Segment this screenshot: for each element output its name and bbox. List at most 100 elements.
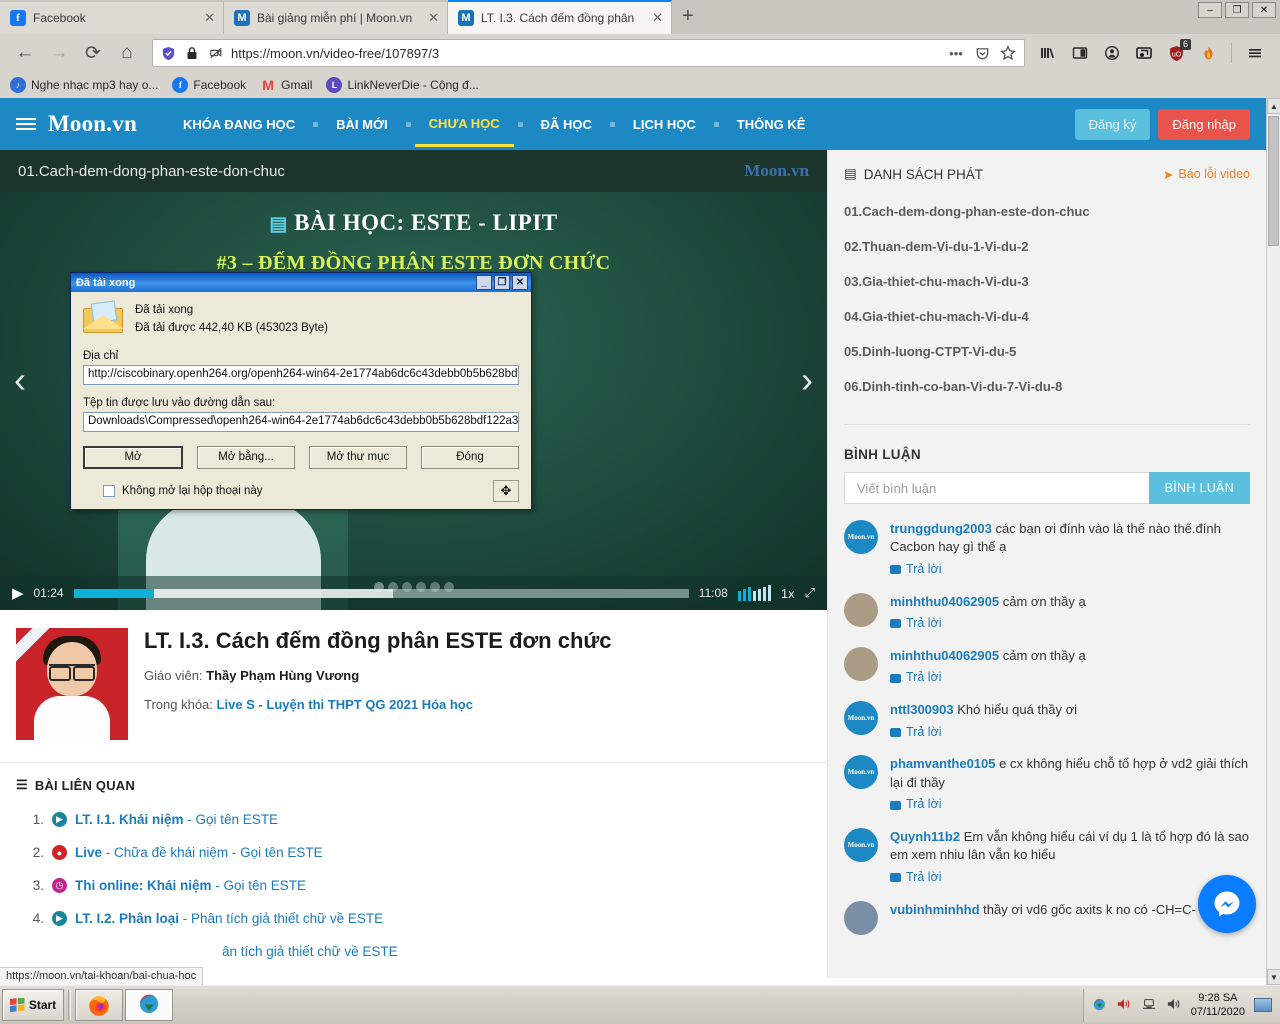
tracking-shield-icon[interactable] — [159, 44, 177, 62]
show-desktop-icon[interactable] — [1254, 998, 1272, 1012]
list-item[interactable]: 02.Thuan-dem-Vi-du-1-Vi-du-2 — [844, 229, 1250, 264]
back-button[interactable]: ← — [8, 38, 42, 68]
reply-button[interactable]: Trả lời — [890, 869, 1250, 887]
nav-item-thong-ke[interactable]: THỐNG KÊ — [723, 103, 820, 145]
tab-close-icon[interactable]: ✕ — [644, 10, 663, 26]
flame-icon[interactable] — [1193, 38, 1223, 68]
close-button[interactable]: Đóng — [421, 446, 519, 469]
tab-close-icon[interactable]: ✕ — [420, 10, 439, 26]
padlock-icon[interactable] — [183, 44, 201, 62]
hand-move-icon[interactable]: ✥ — [493, 480, 519, 502]
messenger-icon[interactable] — [1198, 875, 1256, 933]
screenshot-icon[interactable] — [1129, 38, 1159, 68]
comment-author[interactable]: phamvanthe0105 — [890, 756, 996, 771]
next-slide-button[interactable]: › — [801, 362, 813, 398]
dialog-title-bar[interactable]: Đã tải xong _ ❐ ✕ — [71, 273, 531, 292]
reply-button[interactable]: Trả lời — [890, 724, 1250, 742]
reply-button[interactable]: Trả lời — [890, 796, 1250, 814]
report-video-button[interactable]: ➤ Báo lỗi video — [1163, 167, 1250, 182]
checkbox-box[interactable] — [103, 485, 115, 497]
speaker-icon[interactable] — [1166, 997, 1182, 1013]
nav-item-chua-hoc[interactable]: CHƯA HỌC — [415, 102, 514, 147]
comment-author[interactable]: Quynh11b2 — [890, 829, 960, 844]
site-brand[interactable]: Moon.vn — [16, 111, 137, 137]
bookmark-star-icon[interactable] — [998, 45, 1018, 61]
comment-author[interactable]: vubinhminhhd — [890, 902, 980, 917]
comment-author[interactable]: trunggdung2003 — [890, 521, 992, 536]
window-close-button[interactable]: ✕ — [1252, 2, 1276, 18]
menu-icon[interactable] — [1240, 38, 1270, 68]
browser-tab-moon-free[interactable]: M Bài giảng miễn phí | Moon.vn ✕ — [224, 2, 448, 34]
register-button[interactable]: Đăng ký — [1075, 109, 1151, 140]
window-minimize-button[interactable]: – — [1198, 2, 1222, 18]
dont-show-again-checkbox[interactable]: Không mở lại hộp thoại này — [103, 485, 263, 497]
related-link[interactable]: LT. I.2. Phân loại - Phân tích giả thiết… — [75, 911, 383, 926]
list-item[interactable]: 04.Gia-thiet-chu-mach-Vi-du-4 — [844, 299, 1250, 334]
related-link[interactable]: LT. I.1. Khái niệm - Gọi tên ESTE — [75, 812, 278, 827]
open-button[interactable]: Mở — [83, 446, 183, 469]
window-maximize-button[interactable]: ❐ — [1225, 2, 1249, 18]
list-item[interactable]: 1. ▶ LT. I.1. Khái niệm - Gọi tên ESTE — [16, 803, 811, 836]
sidebar-icon[interactable] — [1065, 38, 1095, 68]
list-item[interactable]: 03.Gia-thiet-chu-mach-Vi-du-3 — [844, 264, 1250, 299]
taskbar-item-firefox[interactable] — [75, 989, 123, 1021]
login-button[interactable]: Đăng nhập — [1158, 109, 1250, 140]
start-button[interactable]: Start — [2, 989, 64, 1021]
address-field[interactable]: http://ciscobinary.openh264.org/openh264… — [83, 365, 519, 385]
forward-button[interactable]: → — [42, 38, 76, 68]
list-item[interactable]: ân tích giả thiết chữ về ESTE — [16, 935, 811, 968]
list-item[interactable]: 06.Dinh-tinh-co-ban-Vi-du-7-Vi-du-8 — [844, 369, 1250, 404]
new-tab-button[interactable]: + — [682, 6, 694, 26]
dialog-minimize-button[interactable]: _ — [476, 275, 492, 290]
browser-tab-facebook[interactable]: f Facebook ✕ — [0, 2, 224, 34]
idm-tray-icon[interactable] — [1092, 997, 1107, 1014]
reload-button[interactable]: ⟳ — [76, 38, 110, 68]
comment-author[interactable]: minhthu04062905 — [890, 594, 999, 609]
related-link[interactable]: Live - Chữa đề khái niệm - Gọi tên ESTE — [75, 845, 323, 860]
pocket-icon[interactable] — [972, 46, 992, 61]
list-item[interactable]: 01.Cach-dem-dong-phan-este-don-chuc — [844, 194, 1250, 229]
prev-slide-button[interactable]: ‹ — [14, 362, 26, 398]
browser-tab-active-lesson[interactable]: M LT. I.3. Cách đếm đồng phân ESTE ✕ — [448, 0, 672, 34]
scroll-up-button[interactable]: ▲ — [1267, 98, 1280, 114]
fullscreen-button[interactable]: ⤢ — [805, 585, 815, 601]
hamburger-menu-icon[interactable] — [16, 118, 36, 130]
bookmark-facebook[interactable]: f Facebook — [172, 77, 246, 93]
account-icon[interactable] — [1097, 38, 1127, 68]
open-folder-button[interactable]: Mở thư mục — [309, 446, 407, 469]
list-item[interactable]: 2. ● Live - Chữa đề khái niệm - Gọi tên … — [16, 836, 811, 869]
bookmark-nghe-nhac[interactable]: ♪ Nghe nhạc mp3 hay o... — [10, 77, 158, 93]
volume-muted-icon[interactable] — [1116, 997, 1132, 1013]
comment-input[interactable]: Viết bình luận — [844, 472, 1149, 504]
home-button[interactable]: ⌂ — [110, 38, 144, 68]
list-item[interactable]: 4. ▶ LT. I.2. Phân loại - Phân tích giả … — [16, 902, 811, 935]
reply-button[interactable]: Trả lời — [890, 615, 1250, 633]
course-link[interactable]: Live S - Luyện thi THPT QG 2021 Hóa học — [217, 697, 473, 712]
nav-item-khoa-dang-hoc[interactable]: KHÓA ĐANG HỌC — [169, 103, 309, 145]
nav-item-da-hoc[interactable]: ĐÃ HỌC — [527, 103, 606, 145]
volume-control[interactable] — [738, 585, 771, 601]
dialog-maximize-button[interactable]: ❐ — [494, 275, 510, 290]
page-scrollbar[interactable]: ▲ ▼ — [1266, 98, 1280, 985]
camera-blocked-icon[interactable] — [207, 44, 225, 62]
open-with-button[interactable]: Mở bằng... — [197, 446, 295, 469]
comment-author[interactable]: nttl300903 — [890, 702, 954, 717]
tab-close-icon[interactable]: ✕ — [196, 10, 215, 26]
bookmark-gmail[interactable]: M Gmail — [260, 77, 312, 93]
path-field[interactable]: Downloads\Compressed\openh264-win64-2e17… — [83, 412, 519, 432]
page-actions-icon[interactable]: ••• — [946, 46, 966, 61]
taskbar-clock[interactable]: 9:28 SA 07/11/2020 — [1191, 991, 1245, 1020]
scrollbar-thumb[interactable] — [1268, 116, 1279, 246]
list-item[interactable]: 3. ◷ Thi online: Khái niệm - Gọi tên EST… — [16, 869, 811, 902]
scroll-down-button[interactable]: ▼ — [1267, 969, 1280, 985]
seek-bar[interactable] — [74, 589, 689, 598]
reply-button[interactable]: Trả lời — [890, 561, 1250, 579]
play-button[interactable]: ▶ — [12, 584, 24, 602]
comment-author[interactable]: minhthu04062905 — [890, 648, 999, 663]
related-link[interactable]: Thi online: Khái niệm - Gọi tên ESTE — [75, 878, 306, 893]
address-bar[interactable]: https://moon.vn/video-free/107897/3 ••• — [152, 39, 1025, 67]
ublock-icon[interactable]: uO 6 — [1161, 38, 1191, 68]
dialog-close-button[interactable]: ✕ — [512, 275, 528, 290]
download-complete-dialog[interactable]: Đã tải xong _ ❐ ✕ Đã tải xong Đã tải đượ… — [70, 272, 532, 510]
reply-button[interactable]: Trả lời — [890, 669, 1250, 687]
